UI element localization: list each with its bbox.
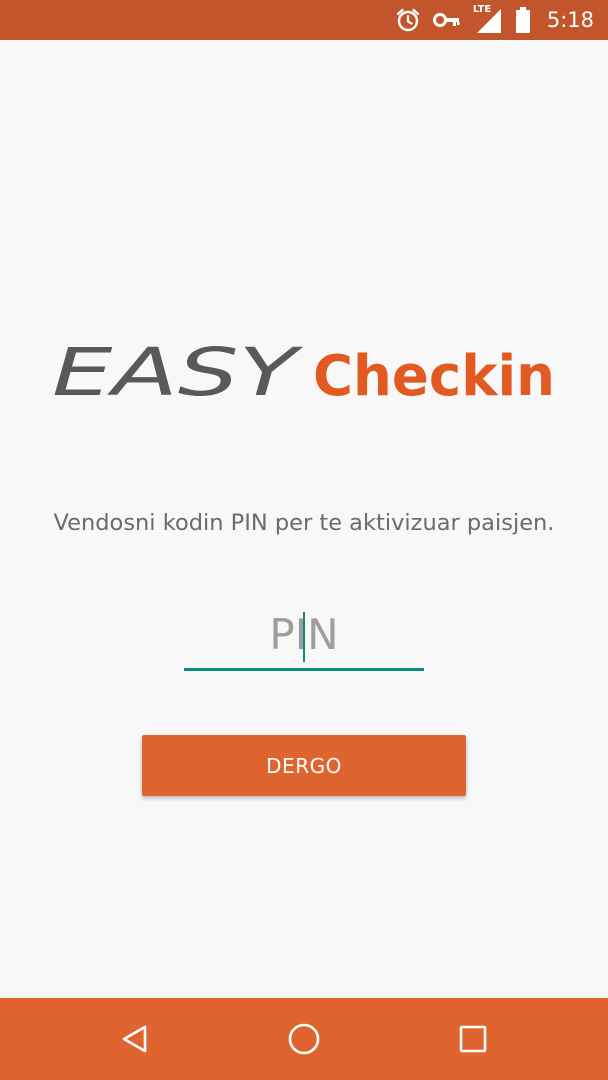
logo-easy-text: EASY (52, 338, 304, 408)
alarm-icon (395, 7, 421, 33)
network-type-label: LTE (472, 4, 492, 15)
status-icons: LTE 5:18 (395, 0, 594, 40)
logo-checkin-text: Checkin (313, 344, 555, 408)
recents-icon (459, 1025, 487, 1053)
text-cursor (303, 612, 305, 662)
home-icon (288, 1023, 320, 1055)
status-bar: LTE 5:18 (0, 0, 608, 40)
battery-icon (515, 6, 531, 34)
home-button[interactable] (279, 1014, 329, 1064)
pin-instruction-text: Vendosni kodin PIN per te aktivizuar pai… (53, 510, 555, 536)
recents-button[interactable] (448, 1014, 498, 1064)
easycheckin-logo: EASY Checkin (52, 334, 562, 411)
vpn-key-icon (432, 10, 461, 30)
signal-icon: LTE (472, 4, 503, 35)
app-screen: LTE 5:18 EASY Checkin Vendosni kodin PIN… (0, 0, 608, 1080)
navigation-bar (0, 998, 608, 1080)
back-icon (122, 1025, 147, 1053)
pin-field[interactable] (184, 600, 424, 672)
submit-button[interactable]: DERGO (142, 735, 466, 796)
status-time: 5:18 (546, 8, 594, 32)
pin-input-underline (184, 668, 424, 671)
back-button[interactable] (110, 1014, 160, 1064)
